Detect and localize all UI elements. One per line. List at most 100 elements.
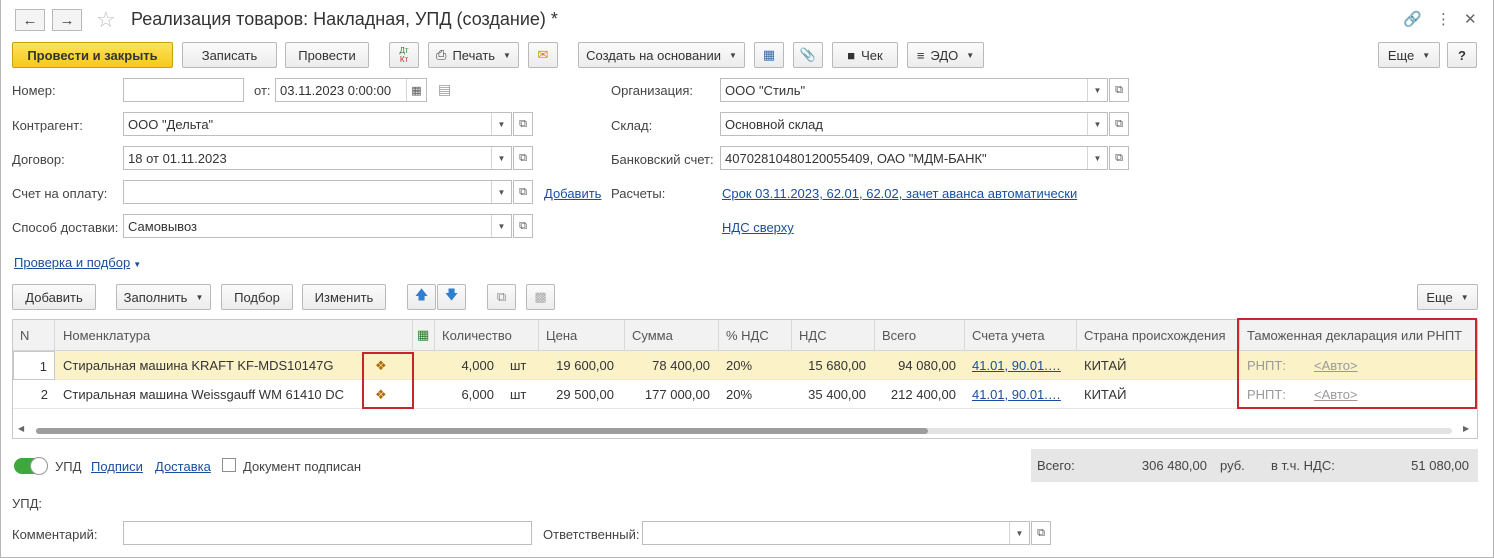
row-quantity[interactable]: 4,000 xyxy=(435,351,501,380)
row-vat[interactable]: 35 400,00 xyxy=(792,380,873,409)
scroll-left-icon[interactable]: ◀ xyxy=(18,424,24,433)
row-vat[interactable]: 15 680,00 xyxy=(792,351,873,380)
history-icon[interactable]: ▤ xyxy=(438,81,451,98)
spreadsheet-icon[interactable]: ▦ xyxy=(413,320,435,351)
open-responsible-icon[interactable]: ⧉ xyxy=(1031,521,1051,545)
row-nomenclature[interactable]: Стиральная машина KRAFT KF-MDS10147G xyxy=(56,351,356,380)
row-nomenclature[interactable]: Стиральная машина Weissgauff WM 61410 DC xyxy=(56,380,356,409)
contract-input[interactable]: 18 от 01.11.2023 ▼ xyxy=(123,146,512,170)
print-button[interactable]: ⎙ Печать ▼ xyxy=(428,42,519,68)
row-sum[interactable]: 177 000,00 xyxy=(625,380,717,409)
row-price[interactable]: 29 500,00 xyxy=(539,380,621,409)
col-header-vat-rate[interactable]: % НДС xyxy=(719,320,792,351)
horizontal-scrollbar[interactable] xyxy=(36,428,1452,434)
email-button[interactable]: ✉ xyxy=(528,42,558,68)
row-total[interactable]: 212 400,00 xyxy=(875,380,963,409)
settlements-link[interactable]: Срок 03.11.2023, 62.01, 62.02, зачет ава… xyxy=(722,186,1077,201)
bank-account-input[interactable]: 40702810480120055409, ОАО "МДМ-БАНК" ▼ xyxy=(720,146,1108,170)
col-header-quantity[interactable]: Количество xyxy=(435,320,539,351)
warehouse-input[interactable]: Основной склад ▼ xyxy=(720,112,1108,136)
organization-input[interactable]: ООО "Стиль" ▼ xyxy=(720,78,1108,102)
col-header-total[interactable]: Всего xyxy=(875,320,965,351)
col-header-vat[interactable]: НДС xyxy=(792,320,875,351)
scroll-right-icon[interactable]: ▶ xyxy=(1463,424,1469,433)
chevron-down-icon[interactable]: ▼ xyxy=(1009,522,1029,544)
close-icon[interactable]: ✕ xyxy=(1464,10,1477,28)
delivery-link[interactable]: Доставка xyxy=(155,459,211,474)
row-accounts-link[interactable]: 41.01, 90.01.… xyxy=(972,387,1061,402)
row-total[interactable]: 94 080,00 xyxy=(875,351,963,380)
open-delivery-method-icon[interactable]: ⧉ xyxy=(513,214,533,238)
add-invoice-link[interactable]: Добавить xyxy=(544,186,601,201)
row-country[interactable]: КИТАЙ xyxy=(1077,351,1240,380)
open-warehouse-icon[interactable]: ⧉ xyxy=(1109,112,1129,136)
chevron-down-icon[interactable]: ▼ xyxy=(1087,147,1107,169)
counterparty-input[interactable]: ООО "Дельта" ▼ xyxy=(123,112,512,136)
chevron-down-icon[interactable]: ▼ xyxy=(491,147,511,169)
document-signed-checkbox[interactable] xyxy=(222,458,236,472)
check-button[interactable]: ■ Чек xyxy=(832,42,898,68)
kebab-menu-icon[interactable]: ⋮ xyxy=(1436,10,1451,28)
upd-toggle[interactable] xyxy=(14,457,48,475)
dt-kt-button[interactable]: Дт Кт xyxy=(389,42,419,68)
row-accounts-link[interactable]: 41.01, 90.01.… xyxy=(972,358,1061,373)
row-sum[interactable]: 78 400,00 xyxy=(625,351,717,380)
col-header-price[interactable]: Цена xyxy=(539,320,625,351)
chevron-down-icon[interactable]: ▼ xyxy=(1087,79,1107,101)
row-quantity[interactable]: 6,000 xyxy=(435,380,501,409)
vat-on-top-link[interactable]: НДС сверху xyxy=(722,220,794,235)
fill-button[interactable]: Заполнить ▼ xyxy=(116,284,211,310)
favorite-star-icon[interactable]: ☆ xyxy=(96,7,116,33)
check-and-pick-link[interactable]: Проверка и подбор ▼ xyxy=(14,255,141,270)
signatures-link[interactable]: Подписи xyxy=(91,459,143,474)
link-icon[interactable]: 🔗 xyxy=(1403,10,1422,28)
attach-button[interactable]: 📎 xyxy=(793,42,823,68)
number-input[interactable] xyxy=(123,78,244,102)
col-header-n[interactable]: N xyxy=(13,320,55,351)
col-header-accounts[interactable]: Счета учета xyxy=(965,320,1077,351)
row-price[interactable]: 19 600,00 xyxy=(539,351,621,380)
post-button[interactable]: Провести xyxy=(285,42,369,68)
col-header-sum[interactable]: Сумма xyxy=(625,320,719,351)
goods-table[interactable]: N Номенклатура ▦ Количество Цена Сумма %… xyxy=(12,318,1478,439)
edo-button[interactable]: ≡ ЭДО ▼ xyxy=(907,42,984,68)
chevron-down-icon[interactable]: ▼ xyxy=(491,181,511,203)
row-country[interactable]: КИТАЙ xyxy=(1077,380,1240,409)
col-header-nomenclature[interactable]: Номенклатура xyxy=(56,320,413,351)
add-row-button[interactable]: Добавить xyxy=(12,284,96,310)
calendar-icon[interactable]: ▦ xyxy=(406,79,426,101)
open-bank-account-icon[interactable]: ⧉ xyxy=(1109,146,1129,170)
chevron-down-icon[interactable]: ▼ xyxy=(491,215,511,237)
help-button[interactable]: ? xyxy=(1447,42,1477,68)
row-vat-rate[interactable]: 20% xyxy=(719,351,792,380)
move-down-button[interactable]: 🡇 xyxy=(437,284,466,310)
table-more-button[interactable]: Еще ▼ xyxy=(1417,284,1478,310)
save-button[interactable]: Записать xyxy=(182,42,277,68)
comment-input[interactable] xyxy=(123,521,532,545)
open-counterparty-icon[interactable]: ⧉ xyxy=(513,112,533,136)
date-input[interactable]: 03.11.2023 0:00:00 ▦ xyxy=(275,78,427,102)
row-vat-rate[interactable]: 20% xyxy=(719,380,792,409)
forward-button[interactable]: → xyxy=(52,9,82,31)
invoice-input[interactable]: ▼ xyxy=(123,180,512,204)
create-based-on-button[interactable]: Создать на основании ▼ xyxy=(578,42,745,68)
col-header-country[interactable]: Страна происхождения xyxy=(1077,320,1240,351)
open-contract-icon[interactable]: ⧉ xyxy=(513,146,533,170)
scrollbar-thumb[interactable] xyxy=(36,428,928,434)
structure-button[interactable]: ▦ xyxy=(754,42,784,68)
chevron-down-icon[interactable]: ▼ xyxy=(1087,113,1107,135)
more-button[interactable]: Еще ▼ xyxy=(1378,42,1440,68)
copy-row-button[interactable]: ⧉ xyxy=(487,284,516,310)
change-button[interactable]: Изменить xyxy=(302,284,386,310)
post-and-close-button[interactable]: Провести и закрыть xyxy=(12,42,173,68)
delivery-method-input[interactable]: Самовывоз ▼ xyxy=(123,214,512,238)
open-organization-icon[interactable]: ⧉ xyxy=(1109,78,1129,102)
responsible-input[interactable]: ▼ xyxy=(642,521,1030,545)
paste-button[interactable]: ▩ xyxy=(526,284,555,310)
row-number: 2 xyxy=(40,387,48,402)
pick-button[interactable]: Подбор xyxy=(221,284,293,310)
chevron-down-icon[interactable]: ▼ xyxy=(491,113,511,135)
move-up-button[interactable]: 🡅 xyxy=(407,284,436,310)
back-button[interactable]: ← xyxy=(15,9,45,31)
open-invoice-icon[interactable]: ⧉ xyxy=(513,180,533,204)
